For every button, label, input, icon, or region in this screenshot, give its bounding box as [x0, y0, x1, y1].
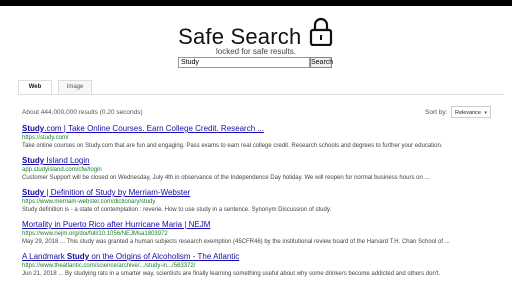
result-item: Study Island Login app.studyisland.com/c… [22, 155, 492, 182]
result-item: A Landmark Study on the Origins of Alcoh… [22, 251, 492, 278]
top-bar [0, 0, 512, 6]
result-item: Study.com | Take Online Courses. Earn Co… [22, 123, 492, 150]
tab-web[interactable]: Web [18, 80, 52, 95]
result-url: https://www.merriam-webster.com/dictiona… [22, 199, 156, 205]
result-title-link[interactable]: Study Island Login [22, 155, 492, 166]
search-button[interactable]: Search [310, 57, 333, 68]
sort-select-value: Relevance [455, 110, 481, 116]
result-url: https://www.theatlantic.com/science/arch… [22, 263, 196, 269]
result-snippet: Take online courses on Study.com that ar… [22, 143, 443, 149]
sort-select[interactable]: Relevance ▾ [451, 106, 491, 118]
sort-by-label: Sort by: [425, 109, 448, 116]
result-title-link[interactable]: A Landmark Study on the Origins of Alcoh… [22, 251, 492, 262]
search-input[interactable] [178, 57, 310, 68]
result-snippet: May 29, 2018 ... This study was granted … [22, 239, 450, 245]
result-item: Mortality in Puerto Rico after Hurricane… [22, 219, 492, 246]
result-url: https://study.com/ [22, 135, 69, 141]
results-count: About 444,000,000 results (0.20 seconds) [22, 109, 143, 116]
result-title-link[interactable]: Study.com | Take Online Courses. Earn Co… [22, 123, 492, 134]
tabs-divider [18, 94, 504, 95]
result-url: app.studyisland.com/cfw/login [22, 167, 102, 173]
result-url: https://www.nejm.org/doi/full/10.1056/NE… [22, 231, 168, 237]
result-title-link[interactable]: Study | Definition of Study by Merriam-W… [22, 187, 492, 198]
lock-icon [308, 16, 334, 47]
tagline: locked for safe results. [215, 47, 297, 56]
result-item: Study | Definition of Study by Merriam-W… [22, 187, 492, 214]
result-snippet: Jun 21, 2018 ... By studying rats in a s… [22, 271, 441, 277]
tab-image[interactable]: Image [58, 80, 92, 94]
result-snippet: Customer Support will be closed on Wedne… [22, 175, 430, 181]
chevron-down-icon: ▾ [484, 110, 487, 116]
result-snippet: Study definition is - a state of contemp… [22, 207, 332, 213]
results-list: Study.com | Take Online Courses. Earn Co… [22, 123, 492, 283]
result-title-link[interactable]: Mortality in Puerto Rico after Hurricane… [22, 219, 492, 230]
